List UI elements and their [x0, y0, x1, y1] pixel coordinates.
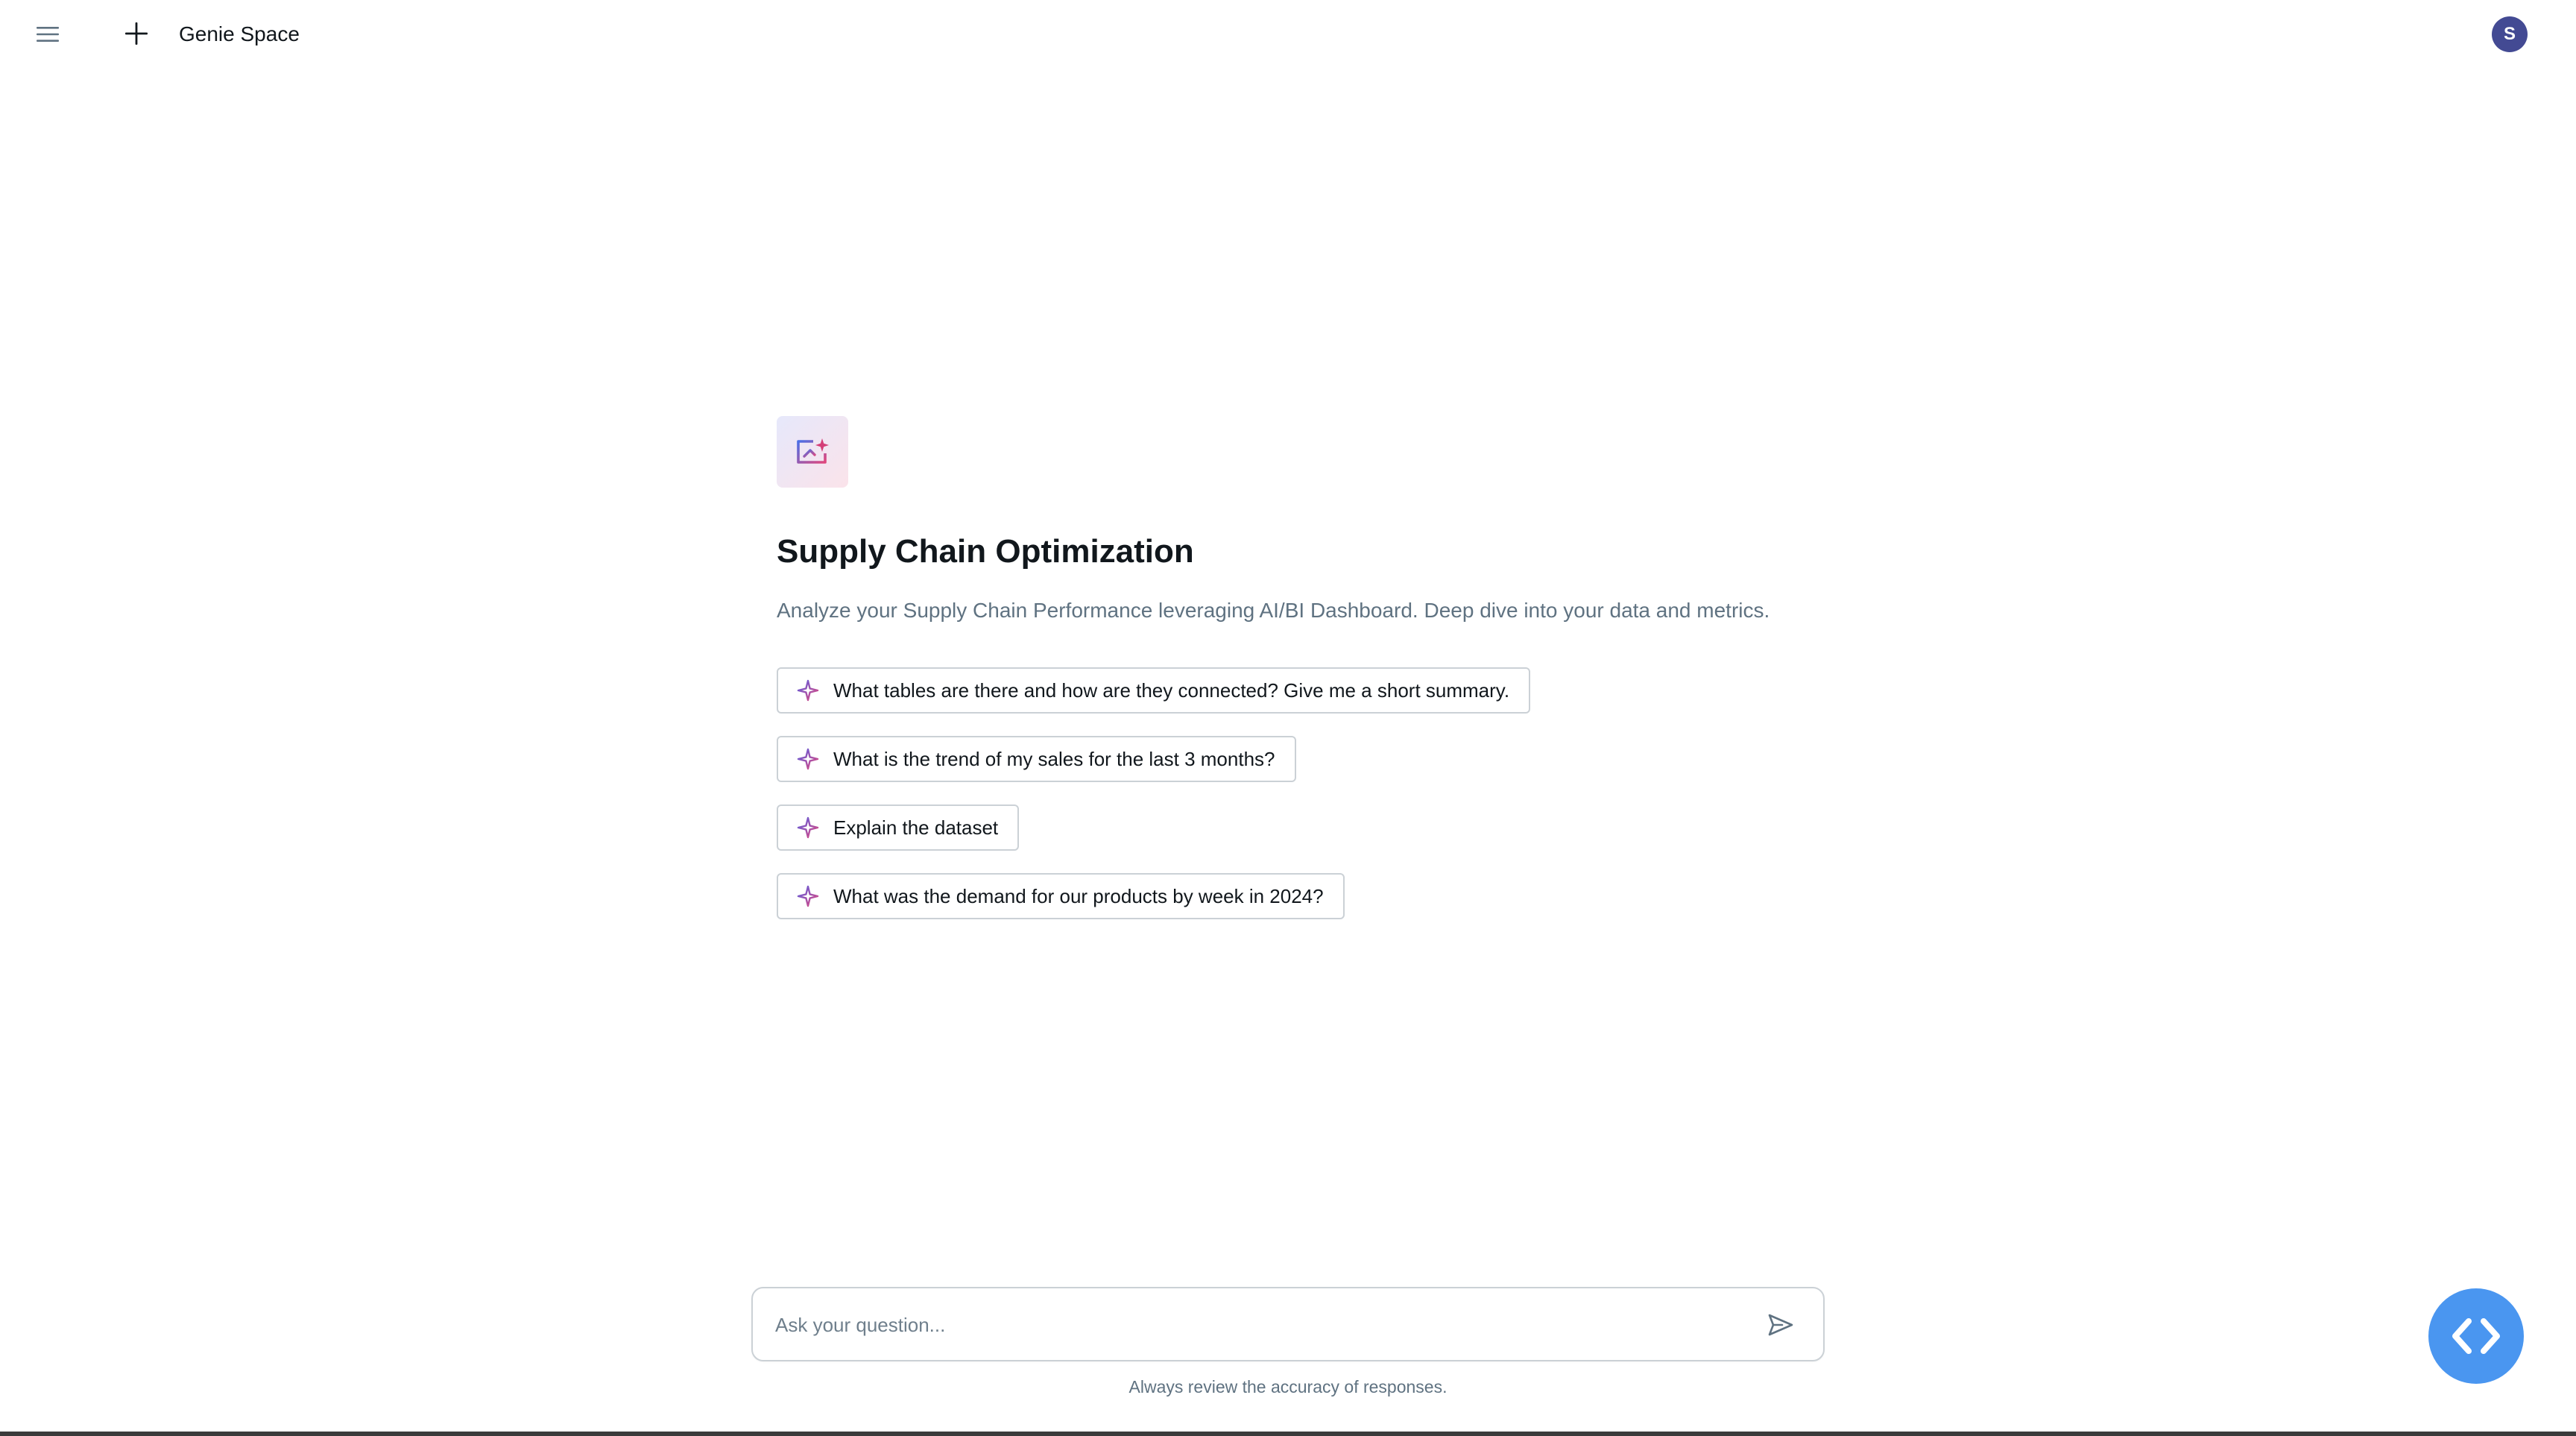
suggestion-chip[interactable]: What is the trend of my sales for the la… [777, 736, 1296, 782]
send-icon [1768, 1314, 1793, 1336]
top-bar: Genie Space S [0, 0, 2576, 69]
code-brackets-icon [2452, 1318, 2500, 1354]
sparkle-icon [796, 816, 820, 840]
space-logo [777, 416, 848, 488]
user-avatar[interactable]: S [2492, 16, 2528, 52]
genie-sparkle-chart-icon [797, 438, 829, 464]
new-conversation-button[interactable] [118, 15, 155, 52]
space-title: Supply Chain Optimization [777, 533, 1194, 570]
genie-space-page: Genie Space S Supply Chain Optimization … [0, 0, 2576, 1436]
suggestion-label: Explain the dataset [833, 816, 999, 839]
hamburger-menu-button[interactable] [30, 16, 66, 52]
send-button[interactable] [1765, 1309, 1796, 1341]
code-toggle-button[interactable] [2428, 1288, 2524, 1384]
suggestion-label: What was the demand for our products by … [833, 884, 1324, 907]
suggestion-chip[interactable]: Explain the dataset [777, 804, 1020, 851]
sparkle-icon [796, 747, 820, 771]
suggested-questions: What tables are there and how are they c… [777, 667, 1531, 919]
suggestion-label: What tables are there and how are they c… [833, 678, 1510, 702]
suggestion-label: What is the trend of my sales for the la… [833, 747, 1275, 770]
accuracy-disclaimer: Always review the accuracy of responses. [1128, 1377, 1448, 1396]
sparkle-icon [796, 678, 820, 702]
suggestion-chip[interactable]: What was the demand for our products by … [777, 873, 1345, 919]
space-description: Analyze your Supply Chain Performance le… [777, 599, 1770, 622]
sparkle-icon [796, 884, 820, 908]
app-title: Genie Space [179, 22, 300, 45]
hamburger-menu-icon [37, 27, 59, 42]
question-box [751, 1287, 1825, 1361]
question-input[interactable] [774, 1288, 1746, 1361]
plus-icon [125, 22, 148, 45]
suggestion-chip[interactable]: What tables are there and how are they c… [777, 667, 1531, 714]
